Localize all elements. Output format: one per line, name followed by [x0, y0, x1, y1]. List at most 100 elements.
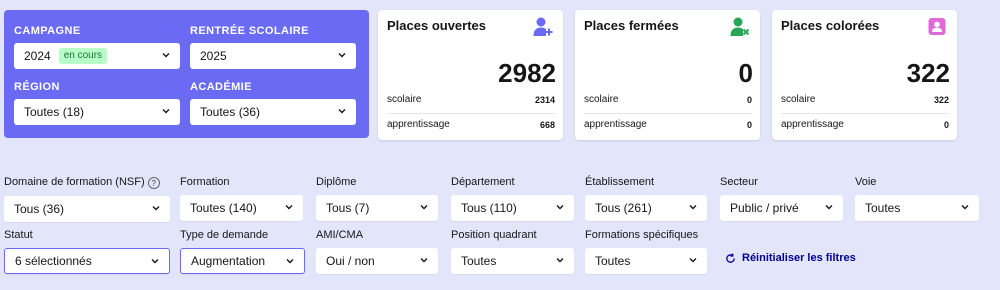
diplome-filter: Diplôme Tous (7)	[316, 176, 438, 221]
user-card-icon	[928, 18, 946, 35]
formation-select[interactable]: Toutes (140)	[180, 195, 303, 221]
chevron-down-icon	[338, 53, 346, 58]
domaine-value: Tous (36)	[14, 202, 65, 216]
ami-cma-value: Oui / non	[326, 254, 375, 268]
scolaire-value: 0	[746, 94, 752, 105]
academie-field: ACADÉMIE Toutes (36)	[190, 81, 356, 125]
chevron-down-icon	[420, 258, 428, 263]
domaine-filter: Domaine de formation (NSF)? Tous (36)	[4, 176, 170, 222]
diplome-value: Tous (7)	[326, 201, 370, 215]
chevron-down-icon	[689, 258, 697, 263]
help-icon[interactable]: ?	[147, 177, 160, 189]
statut-select[interactable]: 6 sélectionnés	[4, 248, 170, 274]
departement-value: Tous (110)	[461, 201, 517, 215]
formations-specifiques-select[interactable]: Toutes	[585, 248, 707, 274]
voie-value: Toutes	[865, 201, 901, 215]
region-field: RÉGION Toutes (18)	[14, 81, 180, 125]
academie-value: Toutes (36)	[200, 105, 261, 119]
region-select[interactable]: Toutes (18)	[14, 99, 180, 125]
chevron-down-icon	[556, 258, 564, 263]
departement-filter: Département Tous (110)	[451, 176, 574, 221]
rentree-value: 2025	[200, 49, 227, 63]
formation-filter: Formation Toutes (140)	[180, 176, 303, 221]
voie-select[interactable]: Toutes	[855, 195, 979, 221]
chevron-down-icon	[152, 206, 160, 211]
ami-cma-select[interactable]: Oui / non	[316, 248, 438, 274]
scolaire-row: scolaire 322	[781, 94, 949, 105]
secteur-filter: Secteur Public / privé	[720, 176, 843, 221]
chevron-down-icon	[961, 205, 969, 210]
chevron-down-icon	[162, 109, 170, 114]
scolaire-value: 2314	[534, 94, 555, 105]
chevron-down-icon	[338, 109, 346, 114]
kpi-card-places-fermees: Places fermées 0 scolaire 0 apprentissag…	[575, 10, 760, 140]
rentree-field: RENTRÉE SCOLAIRE 2025	[190, 25, 356, 69]
region-value: Toutes (18)	[24, 105, 85, 119]
statut-filter: Statut 6 sélectionnés	[4, 229, 170, 274]
main-filter-panel: CAMPAGNE 2024 en cours RENTRÉE SCOLAIRE …	[4, 10, 369, 138]
formation-label: Formation	[180, 176, 230, 188]
chevron-down-icon	[286, 259, 294, 264]
apprentissage-row: apprentissage 0	[584, 119, 752, 130]
rentree-select[interactable]: 2025	[190, 43, 356, 69]
card-value: 0	[738, 58, 753, 88]
domaine-label-wrap: Domaine de formation (NSF)?	[4, 176, 170, 189]
chevron-down-icon	[689, 205, 697, 210]
type-demande-select[interactable]: Augmentation	[180, 248, 305, 274]
etablissement-value: Tous (261)	[595, 201, 652, 215]
chevron-down-icon	[825, 205, 833, 210]
scolaire-label: scolaire	[781, 94, 816, 105]
chevron-down-icon	[556, 205, 564, 210]
apprentissage-value: 668	[539, 119, 555, 130]
apprentissage-label: apprentissage	[387, 119, 450, 130]
apprentissage-row: apprentissage 0	[781, 119, 949, 130]
apprentissage-label: apprentissage	[781, 119, 844, 130]
kpi-card-places-colorees: Places colorées 322 scolaire 322 apprent…	[772, 10, 957, 140]
academie-label: ACADÉMIE	[190, 81, 252, 93]
diplome-select[interactable]: Tous (7)	[316, 195, 438, 221]
scolaire-row: scolaire 2314	[387, 94, 555, 105]
etablissement-label: Établissement	[585, 176, 655, 188]
scolaire-label: scolaire	[584, 94, 619, 105]
formations-specifiques-label: Formations spécifiques	[585, 229, 699, 241]
secteur-select[interactable]: Public / privé	[720, 195, 843, 221]
position-quadrant-select[interactable]: Toutes	[451, 248, 574, 274]
apprentissage-value: 0	[746, 119, 752, 130]
card-value: 2982	[498, 58, 556, 88]
user-add-icon	[533, 17, 553, 36]
statut-value: 6 sélectionnés	[15, 254, 92, 268]
departement-label: Département	[451, 176, 515, 188]
reset-filters-label: Réinitialiser les filtres	[742, 252, 856, 264]
voie-filter: Voie Toutes	[855, 176, 979, 221]
academie-select[interactable]: Toutes (36)	[190, 99, 356, 125]
position-quadrant-filter: Position quadrant Toutes	[451, 229, 574, 274]
card-title: Places colorées	[781, 18, 880, 33]
chevron-down-icon	[162, 53, 170, 58]
divider	[387, 113, 555, 114]
position-quadrant-label: Position quadrant	[451, 229, 537, 241]
statut-label: Statut	[4, 229, 33, 241]
formations-specifiques-filter: Formations spécifiques Toutes	[585, 229, 707, 274]
etablissement-select[interactable]: Tous (261)	[585, 195, 707, 221]
reset-filters-link[interactable]: Réinitialiser les filtres	[725, 252, 856, 264]
diplome-label: Diplôme	[316, 176, 357, 188]
campagne-value: 2024	[24, 49, 51, 63]
etablissement-filter: Établissement Tous (261)	[585, 176, 707, 221]
secteur-value: Public / privé	[730, 201, 799, 215]
divider	[584, 113, 752, 114]
refresh-icon	[726, 252, 735, 263]
campagne-field: CAMPAGNE 2024 en cours	[14, 25, 180, 69]
departement-select[interactable]: Tous (110)	[451, 195, 574, 221]
chevron-down-icon	[420, 205, 428, 210]
ami-cma-filter: AMI/CMA Oui / non	[316, 229, 438, 274]
domaine-select[interactable]: Tous (36)	[4, 196, 170, 222]
scolaire-value: 322	[933, 94, 949, 105]
campagne-select[interactable]: 2024 en cours	[14, 43, 180, 69]
campagne-label: CAMPAGNE	[14, 25, 81, 37]
voie-label: Voie	[855, 176, 877, 188]
region-label: RÉGION	[14, 81, 60, 93]
domaine-label: Domaine de formation (NSF)	[4, 176, 145, 188]
card-title: Places fermées	[584, 18, 679, 33]
chevron-down-icon	[151, 259, 159, 264]
apprentissage-row: apprentissage 668	[387, 119, 555, 130]
